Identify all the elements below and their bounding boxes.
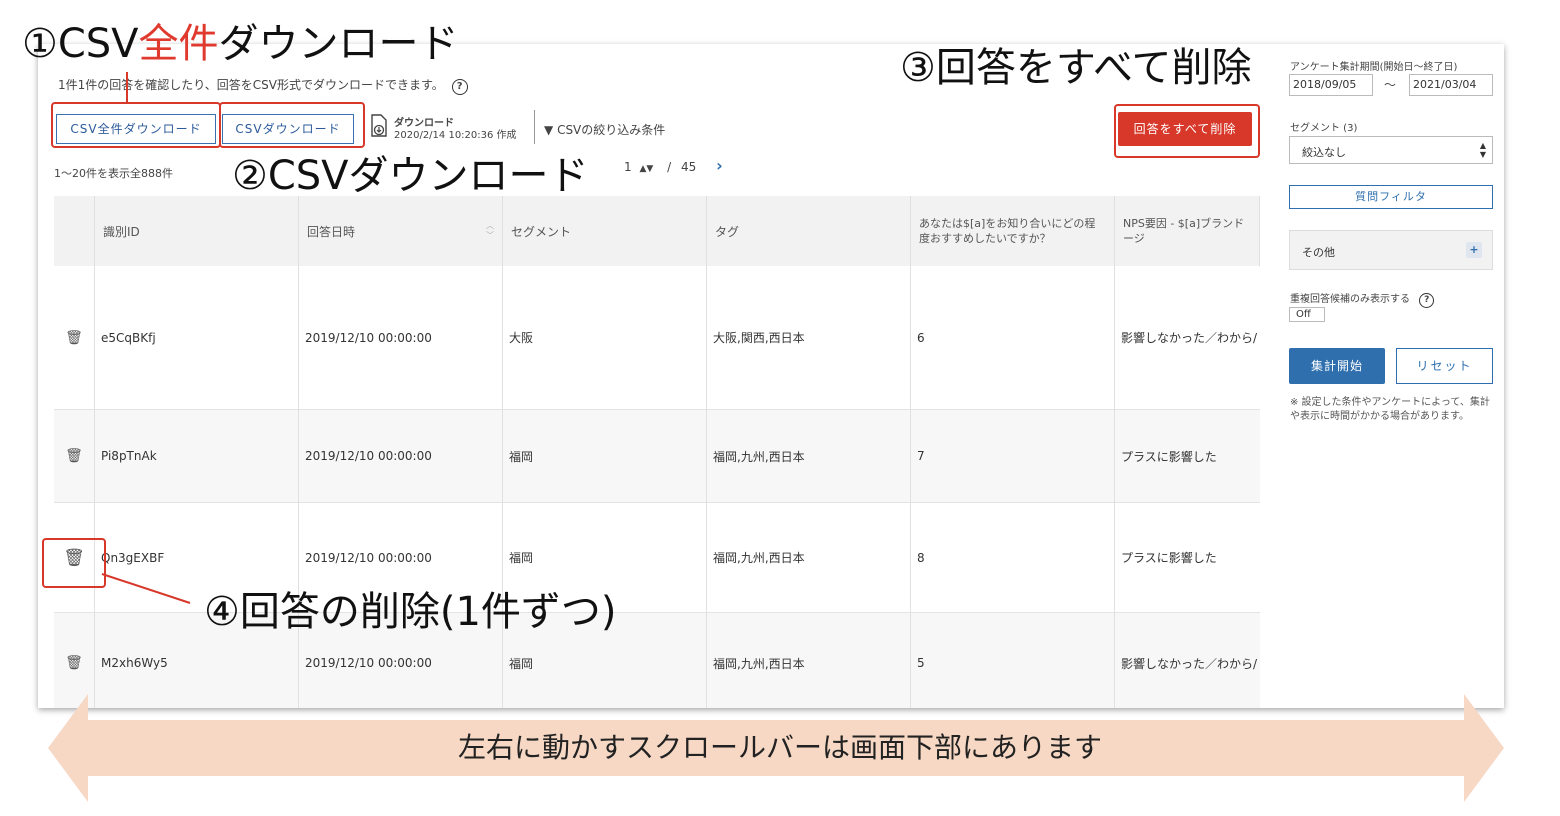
annotation-csv-download: ②CSVダウンロード <box>232 153 589 199</box>
annotation-csv-all-download: ①CSV全件ダウンロード <box>22 20 459 68</box>
annotation-text: ダウンロード <box>218 21 459 67</box>
annotation-delete-all: ③回答をすべて削除 <box>900 45 1252 91</box>
annotation-row-delete: ④回答の削除(1件ずつ) <box>204 589 617 635</box>
annotation-highlight: 全件 <box>138 21 219 67</box>
scroll-note: 左右に動かすスクロールバーは画面下部にあります <box>457 731 1102 764</box>
annotation-text: ①CSV <box>22 21 139 67</box>
